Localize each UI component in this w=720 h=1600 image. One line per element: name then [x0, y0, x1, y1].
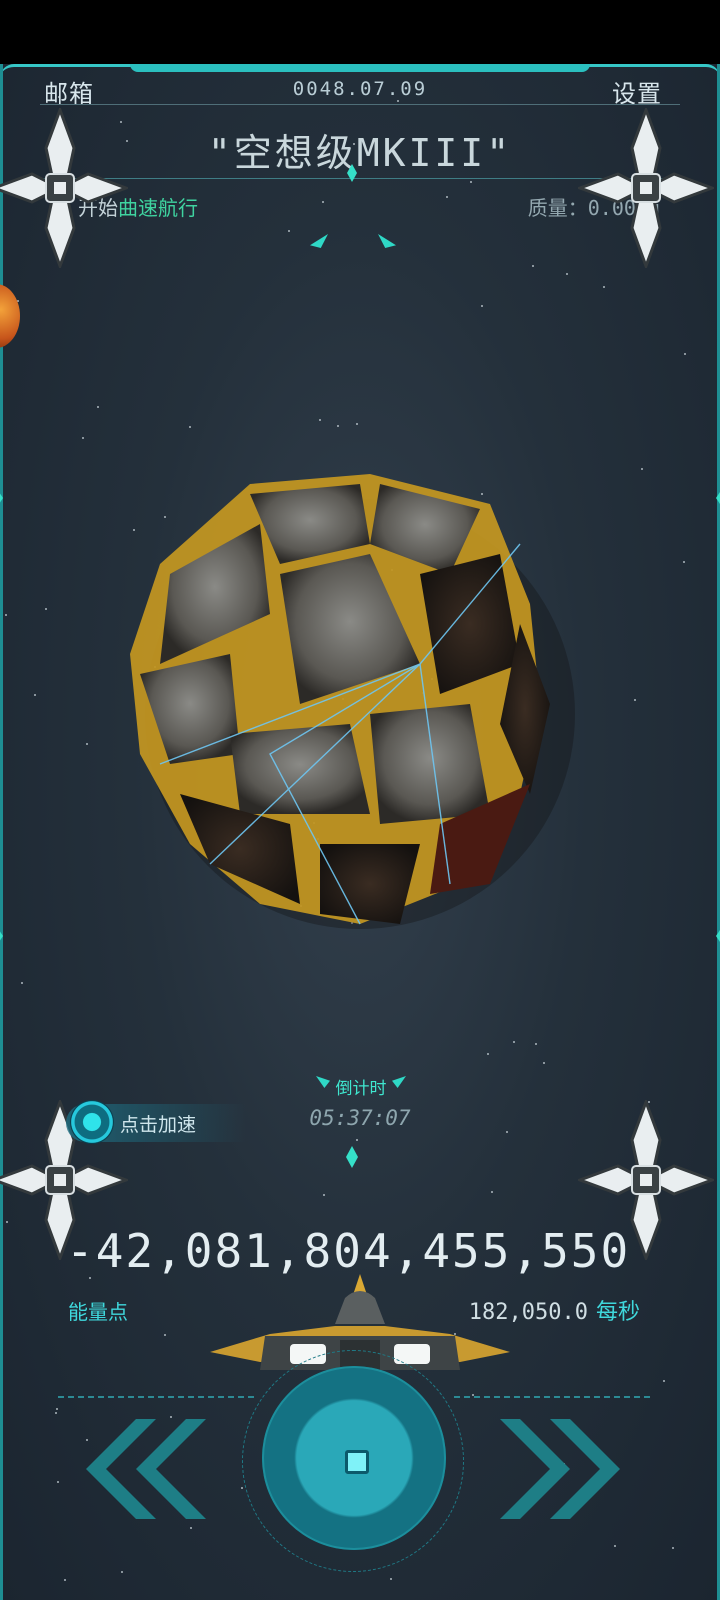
boost-label[interactable]: 点击加速: [120, 1110, 196, 1137]
star: [97, 406, 99, 408]
energy-label: 能量点: [68, 1300, 128, 1324]
turret-top-right-icon[interactable]: [578, 108, 714, 268]
star: [323, 1194, 325, 1196]
star: [241, 1487, 243, 1489]
star: [506, 1131, 508, 1133]
star: [55, 1412, 57, 1414]
star: [164, 1334, 166, 1336]
energy-rate-unit: 每秒: [595, 1300, 640, 1325]
energy-points: -42,081,804,455,550: [66, 1224, 631, 1278]
star: [64, 1579, 66, 1581]
star: [535, 1043, 537, 1045]
star: [397, 100, 399, 102]
countdown-time: 05:37:07: [309, 1106, 411, 1130]
star: [322, 201, 324, 203]
warp-core-icon[interactable]: [345, 1450, 369, 1474]
turret-top-left-icon[interactable]: [0, 108, 128, 268]
star: [684, 353, 686, 355]
control-divider-left: [58, 1396, 254, 1400]
star: [356, 423, 358, 425]
star: [634, 699, 636, 701]
star: [566, 273, 568, 275]
star: [470, 181, 472, 183]
warp-highlight: 曲速航行: [118, 196, 198, 220]
star: [614, 1545, 616, 1547]
star: [190, 1527, 192, 1529]
double-chevron-left-icon[interactable]: [66, 1419, 206, 1519]
star: [121, 1571, 123, 1573]
star: [189, 426, 191, 428]
star: [446, 196, 448, 198]
countdown-label: 倒计时: [335, 1079, 387, 1099]
star: [672, 1547, 674, 1549]
dyson-sphere[interactable]: [120, 464, 600, 944]
star: [86, 743, 88, 745]
star: [170, 1416, 172, 1418]
star: [481, 305, 483, 307]
star: [319, 419, 321, 421]
header-divider: [40, 104, 680, 105]
star: [487, 1053, 489, 1055]
star: [390, 1578, 392, 1580]
star: [45, 608, 47, 610]
star: [491, 1191, 493, 1193]
star: [5, 614, 7, 616]
star: [82, 437, 84, 439]
star: [56, 1408, 58, 1410]
star: [34, 694, 36, 696]
star: [288, 230, 290, 232]
star: [641, 468, 643, 470]
star: [663, 1380, 665, 1382]
star: [57, 1481, 59, 1483]
star: [532, 265, 534, 267]
boost-ring-icon[interactable]: [70, 1100, 114, 1144]
double-chevron-right-icon[interactable]: [500, 1419, 640, 1519]
star: [513, 1041, 515, 1043]
star: [337, 425, 339, 427]
control-divider-right: [454, 1396, 650, 1400]
star: [683, 561, 685, 563]
star: [21, 982, 23, 984]
star: [356, 1139, 358, 1141]
star: [543, 1062, 545, 1064]
game-screen: 邮箱 0048.07.09 设置 "空想级MKIII" 开始曲速航行 质量：0.…: [0, 64, 720, 1600]
star: [603, 286, 605, 288]
